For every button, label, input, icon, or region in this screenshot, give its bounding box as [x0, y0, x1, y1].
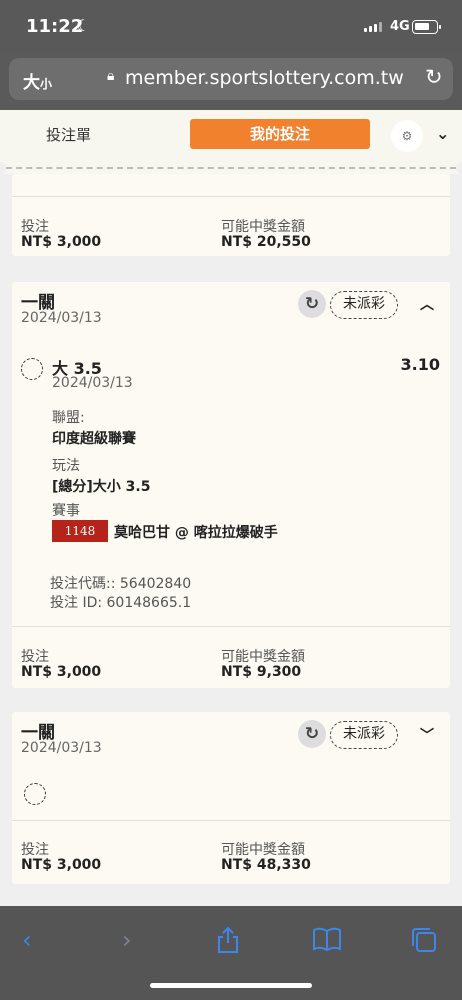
payout-amount: NT$ 9,300	[221, 664, 302, 680]
stake-label: 投注	[21, 219, 49, 235]
reload-icon[interactable]: ↻	[425, 65, 443, 89]
chevron-down-icon[interactable]: ﹀	[420, 725, 434, 745]
event-name: 莫哈巴甘 @ 喀拉拉爆破手	[114, 525, 278, 541]
bet-tabs-bar: 投注單 我的投注 ⚙ ⌄	[0, 110, 462, 162]
chevron-up-icon[interactable]: ︿	[420, 294, 434, 314]
market-value: [總分]大小 3.5	[52, 479, 151, 495]
payout-label: 可能中獎金額	[221, 219, 305, 235]
status-badge: 未派彩	[330, 721, 398, 749]
bookmarks-icon[interactable]	[312, 926, 342, 958]
payout-label: 可能中獎金額	[221, 649, 305, 665]
back-icon[interactable]: ‹	[22, 926, 32, 954]
selection-circle-icon	[21, 358, 43, 380]
stake-label: 投注	[21, 649, 49, 665]
market-label: 玩法	[52, 458, 80, 474]
status-bar: 11:22 ☾ 4G	[0, 0, 462, 52]
bet-card: 一關 2024/03/13 ↻ 未派彩 ︿ 大 3.5 3.10 2024/03…	[12, 282, 450, 688]
stake-amount: NT$ 3,000	[21, 234, 102, 250]
selection-circle-icon	[24, 783, 46, 805]
dashed-separator	[0, 162, 462, 174]
forward-icon[interactable]: ›	[122, 926, 132, 954]
tab-my-bets[interactable]: 我的投注	[190, 119, 370, 149]
refresh-icon[interactable]: ↻	[298, 720, 326, 748]
event-code-badge: 1148	[52, 520, 108, 542]
battery-icon	[412, 20, 441, 34]
league-label: 聯盟:	[52, 410, 85, 426]
share-icon[interactable]	[216, 926, 240, 960]
bet-code: 投注代碼:: 56402840	[50, 576, 192, 592]
league-value: 印度超級聯賽	[52, 431, 136, 447]
payout-amount: NT$ 20,550	[221, 234, 311, 250]
lock-icon: 🔒︎	[107, 68, 115, 84]
bet-date: 2024/03/13	[21, 310, 102, 326]
selection-date: 2024/03/13	[52, 375, 133, 391]
url-text[interactable]: member.sportslottery.com.tw	[125, 67, 404, 89]
page-content: 投注單 我的投注 ⚙ ⌄ 投注 NT$ 3,000 可能中獎金額 NT$ 20,…	[0, 110, 462, 906]
chevron-down-icon[interactable]: ⌄	[436, 124, 449, 143]
refresh-icon[interactable]: ↻	[298, 290, 326, 318]
bet-card-partial: 投注 NT$ 3,000 可能中獎金額 NT$ 20,550	[12, 174, 450, 256]
stake-amount: NT$ 3,000	[21, 857, 102, 873]
odds: 3.10	[400, 355, 440, 374]
network-type: 4G	[390, 19, 410, 34]
home-indicator	[150, 983, 312, 988]
status-badge: 未派彩	[330, 291, 398, 319]
settings-gear-icon[interactable]: ⚙	[391, 120, 423, 152]
bet-id: 投注 ID: 60148665.1	[50, 595, 192, 611]
signal-icon	[364, 22, 382, 32]
stake-amount: NT$ 3,000	[21, 664, 102, 680]
stake-label: 投注	[21, 842, 49, 858]
bet-card: 一關 2024/03/13 ↻ 未派彩 ﹀ 投注 NT$ 3,000 可能中獎金…	[12, 712, 450, 884]
tabs-icon[interactable]	[410, 926, 438, 960]
status-time: 11:22	[26, 16, 84, 37]
event-label: 賽事	[52, 503, 80, 519]
moon-icon: ☾	[76, 16, 91, 35]
payout-amount: NT$ 48,330	[221, 857, 311, 873]
payout-label: 可能中獎金額	[221, 842, 305, 858]
bet-date: 2024/03/13	[21, 740, 102, 756]
tab-betslip[interactable]: 投注單	[46, 124, 91, 145]
address-bar[interactable]: 大小 🔒︎ member.sportslottery.com.tw ↻	[9, 58, 453, 100]
text-size-button[interactable]: 大小	[23, 68, 52, 93]
